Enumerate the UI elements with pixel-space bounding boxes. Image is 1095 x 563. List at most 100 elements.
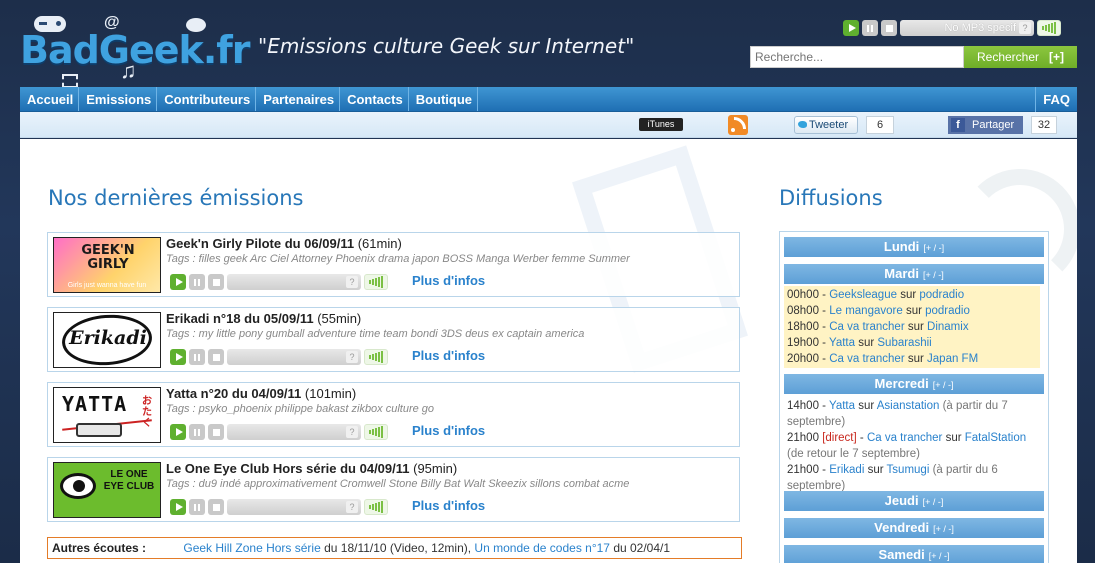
other-listen-link[interactable]: Geek Hill Zone Hors série [183,541,320,555]
help-icon[interactable]: ? [346,426,358,438]
day-header-mardi[interactable]: Mardi [+ / -] [784,264,1044,284]
nav-item-faq[interactable]: FAQ [1035,87,1077,112]
pause-button[interactable] [189,499,205,515]
radio-link[interactable]: Japan FM [927,353,978,365]
stop-button[interactable] [881,20,897,36]
help-icon[interactable]: ? [1019,22,1031,34]
pause-button[interactable] [189,274,205,290]
nav-item-partenaires[interactable]: Partenaires [256,87,341,111]
volume-control[interactable] [364,499,388,515]
volume-control[interactable] [364,349,388,365]
day-header-mercredi[interactable]: Mercredi [+ / -] [784,374,1044,394]
play-icon [175,428,183,436]
show-link[interactable]: Yatta [829,337,855,349]
stop-button[interactable] [208,424,224,440]
radio-link[interactable]: Tsumugi [887,464,930,476]
play-button[interactable] [170,499,186,515]
radio-link[interactable]: podradio [925,305,970,317]
show-link[interactable]: Ca va trancher [867,432,942,444]
day-toggle[interactable]: [+ / -] [923,243,944,253]
thumbnail-subtitle: Girls just wanna have fun [67,282,147,289]
pause-button[interactable] [189,349,205,365]
schedule-item: 21h00 - Erikadi sur Tsumugi (à partir du… [787,464,998,492]
stop-icon [212,278,220,286]
help-icon[interactable]: ? [346,351,358,363]
nav-item-accueil[interactable]: Accueil [20,87,80,111]
nav-item-boutique[interactable]: Boutique [409,87,479,111]
play-button[interactable] [170,424,186,440]
day-label: Lundi [883,239,920,254]
day-label: Mardi [884,266,919,281]
help-icon[interactable]: ? [346,276,358,288]
more-info-link[interactable]: Plus d'infos [412,273,485,288]
nav-item-contributeurs[interactable]: Contributeurs [157,87,257,111]
pause-button[interactable] [862,20,878,36]
episode-tags: Tags : my little pony gumball adventure … [166,328,585,340]
search-input[interactable] [750,46,964,68]
play-button[interactable] [170,274,186,290]
more-info-link[interactable]: Plus d'infos [412,423,485,438]
show-link[interactable]: Ca va trancher [829,353,904,365]
episode-thumbnail[interactable]: YATTA おたく [53,387,161,443]
radio-link[interactable]: podradio [919,289,964,301]
other-listen-link[interactable]: Un monde de codes n°17 [474,541,610,555]
day-toggle[interactable]: [+ / -] [933,380,954,390]
show-link[interactable]: Ca va trancher [829,321,904,333]
nav-item-emissions[interactable]: Emissions [79,87,158,111]
radio-link[interactable]: Dinamix [927,321,969,333]
episode-thumbnail[interactable]: Erikadi [53,312,161,368]
play-button[interactable] [843,20,859,36]
episode-track-bar[interactable]: ? [227,274,361,290]
eye-icon [60,473,96,499]
show-link[interactable]: Erikadi [829,464,864,476]
player-track-bar[interactable]: No MP3 specif ? [900,20,1034,36]
volume-control[interactable] [1037,20,1061,36]
episode-track-bar[interactable]: ? [227,424,361,440]
day-toggle[interactable]: [+ / -] [923,497,944,507]
day-header-vendredi[interactable]: Vendredi [+ / -] [784,518,1044,538]
schedule-list-mardi: 00h00 - Geeksleague sur podradio 08h00 -… [784,286,1040,368]
day-toggle[interactable]: [+ / -] [929,551,950,561]
volume-control[interactable] [364,274,388,290]
nav-item-contacts[interactable]: Contacts [340,87,409,111]
advanced-search-toggle[interactable]: [+] [1049,50,1064,64]
radio-link[interactable]: Asianstation [877,400,940,412]
stop-button[interactable] [208,499,224,515]
more-info-link[interactable]: Plus d'infos [412,348,485,363]
show-link[interactable]: Yatta [829,400,855,412]
show-link[interactable]: Geeksleague [829,289,897,301]
day-toggle[interactable]: [+ / -] [923,270,944,280]
day-header-samedi[interactable]: Samedi [+ / -] [784,545,1044,563]
episode-card: Erikadi Erikadi n°18 du 05/09/11 (55min)… [47,307,740,372]
tweet-button[interactable]: Tweeter [794,116,858,134]
help-icon[interactable]: ? [346,501,358,513]
itunes-button[interactable]: iTunes [639,118,683,131]
facebook-share-button[interactable]: f Partager [948,116,1023,134]
search-button[interactable]: Rechercher [+] [964,46,1077,68]
radio-link[interactable]: FatalStation [965,432,1026,444]
rss-icon[interactable] [728,115,748,135]
day-header-jeudi[interactable]: Jeudi [+ / -] [784,491,1044,511]
radio-link[interactable]: Subarashii [877,337,931,349]
episode-duration: (101min) [304,386,357,401]
stop-button[interactable] [208,274,224,290]
play-icon [175,353,183,361]
stop-button[interactable] [208,349,224,365]
episode-track-bar[interactable]: ? [227,349,361,365]
episode-track-bar[interactable]: ? [227,499,361,515]
pause-icon [867,24,873,32]
schedule-item: 21h00 [direct] - Ca va trancher sur Fata… [787,432,1027,460]
play-button[interactable] [170,349,186,365]
episode-thumbnail[interactable]: GEEK'N GIRLY Girls just wanna have fun [53,237,161,293]
volume-control[interactable] [364,424,388,440]
pause-button[interactable] [189,424,205,440]
more-info-link[interactable]: Plus d'infos [412,498,485,513]
episode-tags: Tags : du9 indé approximativement Cromwe… [166,478,630,490]
episode-thumbnail[interactable]: LE ONE EYE CLUB [53,462,161,518]
film-icon [62,74,78,88]
show-link[interactable]: Le mangavore [829,305,903,317]
day-toggle[interactable]: [+ / -] [933,524,954,534]
thumbnail-kana: おたく [142,396,152,429]
site-logo[interactable]: @ BadGeek.fr ♫ [20,14,251,88]
day-header-lundi[interactable]: Lundi [+ / -] [784,237,1044,257]
